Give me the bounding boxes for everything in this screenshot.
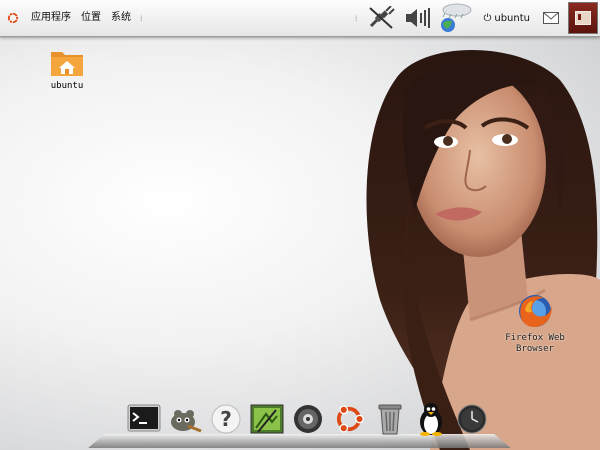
- media-player-icon: [294, 405, 322, 433]
- dock: ?: [126, 402, 495, 436]
- dock-item-clock[interactable]: [454, 402, 490, 436]
- svg-text:?: ?: [220, 407, 232, 431]
- menu-system[interactable]: 系统: [106, 0, 136, 36]
- dock-item-photo-editor[interactable]: [249, 402, 285, 436]
- clock-icon: [457, 404, 487, 434]
- terminal-icon: [127, 404, 161, 432]
- trash-icon: [378, 404, 402, 435]
- weather-icon[interactable]: [435, 0, 475, 36]
- dock-item-media-player[interactable]: [290, 402, 326, 436]
- ubuntu-logo-icon[interactable]: [6, 11, 20, 25]
- firefox-label-line2: Browser: [516, 344, 554, 354]
- gimp-icon: [171, 410, 202, 433]
- system-tray: ⁞ ⏻ ubuntu: [351, 0, 600, 36]
- home-folder-icon: [51, 52, 83, 76]
- dock-item-gimp[interactable]: [167, 402, 203, 436]
- wallpaper-portrait: [366, 50, 600, 450]
- desktop-icon-home[interactable]: ubuntu: [44, 46, 90, 92]
- photo-editor-icon: [250, 404, 284, 434]
- panel-handle-icon[interactable]: ⁞: [355, 14, 358, 23]
- menu-applications[interactable]: 应用程序: [26, 0, 76, 36]
- network-disconnected-icon[interactable]: [361, 0, 401, 36]
- menu-places[interactable]: 位置: [76, 0, 106, 36]
- dock-item-ubuntu[interactable]: [331, 402, 367, 436]
- ubuntu-logo-icon: [336, 405, 364, 433]
- dock-item-terminal[interactable]: [126, 402, 162, 436]
- desktop-icon-firefox[interactable]: Firefox Web Browser: [496, 292, 574, 355]
- show-desktop-inner: [575, 11, 591, 25]
- dock-item-tux[interactable]: [413, 402, 449, 436]
- show-desktop-icon[interactable]: [568, 2, 598, 34]
- desktop-icon-label: ubuntu: [50, 81, 84, 91]
- desktop-wallpaper: [0, 0, 600, 450]
- panel-handle-icon[interactable]: ⁞: [140, 14, 143, 23]
- power-icon: ⏻: [483, 12, 492, 24]
- top-panel: 应用程序 位置 系统 ⁞ ⁞ ⏻ ubuntu: [0, 0, 600, 37]
- dock-item-trash[interactable]: [372, 402, 408, 436]
- firefox-label-line1: Firefox Web: [505, 333, 565, 343]
- username-label: ubuntu: [494, 12, 530, 24]
- volume-icon[interactable]: [401, 0, 435, 36]
- help-icon: ?: [211, 404, 241, 434]
- main-menu: 应用程序 位置 系统 ⁞: [0, 0, 147, 36]
- mail-icon[interactable]: [538, 0, 564, 36]
- user-menu[interactable]: ⏻ ubuntu: [475, 13, 538, 24]
- tux-penguin-icon: [420, 403, 442, 436]
- firefox-icon: [519, 295, 552, 327]
- dock-item-help[interactable]: ?: [208, 402, 244, 436]
